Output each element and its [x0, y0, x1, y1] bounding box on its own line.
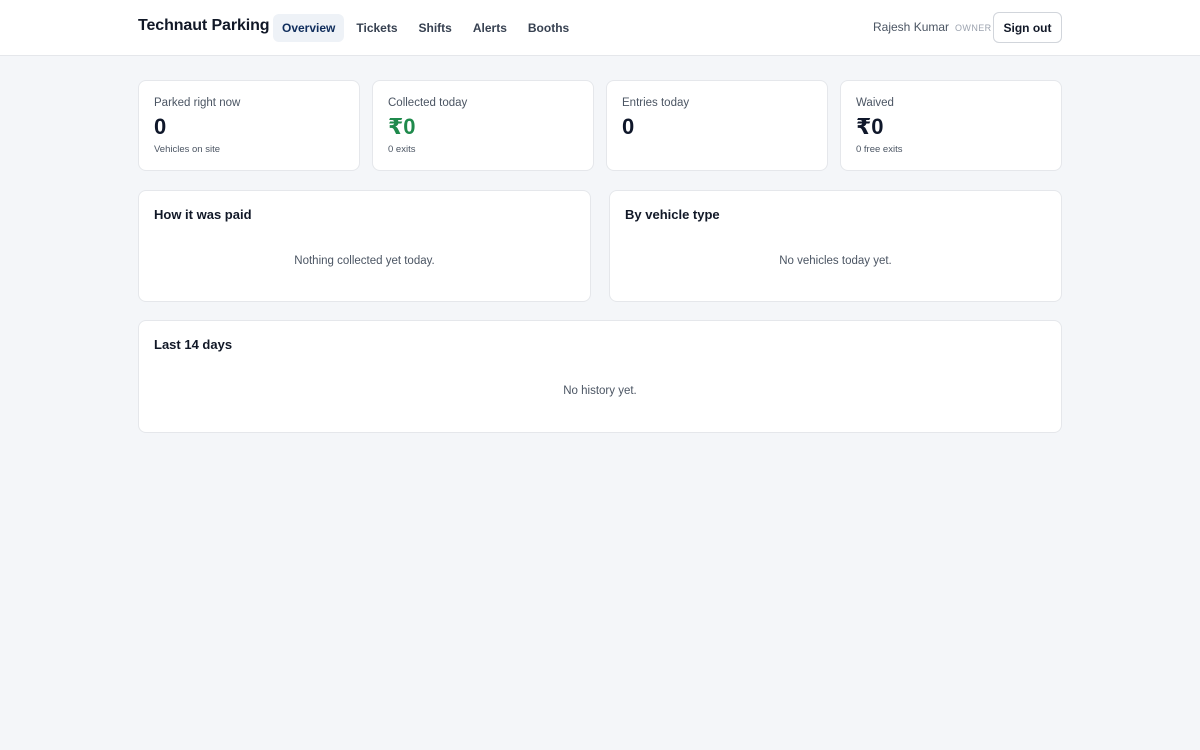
stat-subtext: Vehicles on site	[154, 144, 221, 155]
main-nav: Overview Tickets Shifts Alerts Booths	[273, 14, 581, 42]
panel-title: Last 14 days	[154, 337, 233, 352]
brand-logo-text[interactable]: Technaut Parking	[138, 17, 270, 35]
empty-state-message: Nothing collected yet today.	[294, 255, 435, 267]
stat-card-waived: Waived ₹0 0 free exits	[840, 80, 1062, 171]
panel-title: By vehicle type	[625, 207, 720, 222]
stat-label: Entries today	[622, 97, 690, 109]
nav-tab-tickets[interactable]: Tickets	[347, 14, 406, 42]
nav-tab-overview[interactable]: Overview	[273, 14, 345, 42]
stat-label: Parked right now	[154, 97, 241, 109]
panel-title: How it was paid	[154, 207, 252, 222]
user-role-badge: OWNER	[955, 23, 992, 33]
stat-card-parked: Parked right now 0 Vehicles on site	[138, 80, 360, 171]
stat-subtext: 0 free exits	[856, 144, 903, 155]
history-panel: Last 14 days No history yet.	[138, 320, 1062, 433]
stat-value: 0	[622, 114, 635, 139]
empty-state-message: No history yet.	[563, 385, 637, 397]
stat-label: Waived	[856, 97, 894, 109]
stat-label: Collected today	[388, 97, 468, 109]
nav-tab-alerts[interactable]: Alerts	[464, 14, 516, 42]
nav-tab-booths[interactable]: Booths	[519, 14, 578, 42]
stat-card-collected: Collected today ₹0 0 exits	[372, 80, 594, 171]
stat-value: ₹0	[856, 114, 884, 139]
user-name: Rajesh Kumar	[873, 20, 950, 34]
user-info: Rajesh Kumar OWNER	[873, 20, 992, 34]
payment-method-panel: How it was paid Nothing collected yet to…	[138, 190, 591, 302]
nav-tab-shifts[interactable]: Shifts	[410, 14, 461, 42]
stat-value: 0	[154, 114, 167, 139]
stat-value: ₹0	[388, 114, 416, 139]
stat-subtext: 0 exits	[388, 144, 416, 155]
sign-out-button[interactable]: Sign out	[993, 12, 1062, 43]
empty-state-message: No vehicles today yet.	[779, 255, 892, 267]
top-navigation-bar: Technaut Parking Overview Tickets Shifts…	[0, 0, 1200, 56]
stat-card-entries: Entries today 0	[606, 80, 828, 171]
vehicle-type-panel: By vehicle type No vehicles today yet.	[609, 190, 1062, 302]
